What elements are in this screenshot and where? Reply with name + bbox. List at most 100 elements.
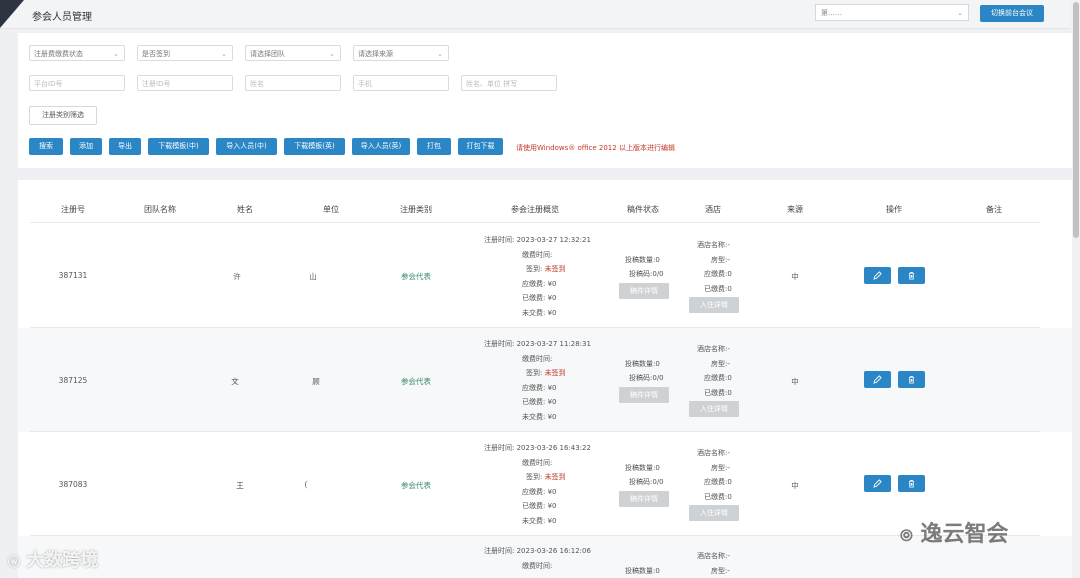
- col-header-reg-id: 注册号: [61, 205, 85, 214]
- manuscript-detail-button[interactable]: 稿件详情: [619, 387, 669, 403]
- search-button[interactable]: 搜索: [29, 138, 63, 155]
- value: 未签到: [544, 265, 566, 273]
- hotel-paid-line: 已缴费:0: [704, 388, 732, 398]
- edit-button[interactable]: [864, 475, 891, 492]
- col-header-unit: 单位: [323, 205, 339, 214]
- download-template-en-button[interactable]: 下载模板(英): [284, 138, 345, 155]
- hotel-due-line: 应缴费:0: [704, 477, 732, 487]
- room-type-line: 房型:-: [711, 255, 730, 265]
- registration-id-input[interactable]: 注册ID号: [137, 75, 233, 91]
- page-scrollbar[interactable]: [1072, 0, 1080, 578]
- name-input[interactable]: 姓名: [245, 75, 341, 91]
- label: 未交费:: [522, 517, 546, 525]
- label: 房型:: [711, 464, 728, 472]
- due-line: 应缴费: ¥0: [522, 487, 557, 497]
- unpaid-line: 未交费: ¥0: [522, 516, 557, 526]
- conference-select[interactable]: 第…… ⌄: [815, 4, 969, 21]
- manuscript-detail-button[interactable]: 稿件详情: [619, 283, 669, 299]
- phone-input[interactable]: 手机: [353, 75, 449, 91]
- name: 王: [236, 481, 244, 490]
- manuscript-detail-button[interactable]: 稿件详情: [619, 491, 669, 507]
- label: 投稿数量:: [625, 360, 656, 368]
- add-button[interactable]: 添加: [70, 138, 102, 155]
- value: ¥0: [547, 384, 557, 392]
- submit-code-line: 投稿码:0/0: [629, 477, 664, 487]
- delete-button[interactable]: [898, 267, 925, 284]
- label: 投稿码:: [629, 374, 653, 382]
- label: 投稿码:: [629, 478, 653, 486]
- pay-time-line: 缴费时间:: [522, 354, 552, 364]
- package-button[interactable]: 打包: [417, 138, 451, 155]
- value: -: [727, 464, 730, 472]
- checkin-detail-button[interactable]: 入住详情: [689, 297, 739, 313]
- delete-button[interactable]: [898, 475, 925, 492]
- value: 0: [727, 285, 732, 293]
- category-filter-button[interactable]: 注册类别筛选: [29, 106, 97, 125]
- scrollbar-thumb[interactable]: [1073, 2, 1079, 238]
- checkin-detail-button[interactable]: 入住详情: [689, 401, 739, 417]
- chevron-down-icon: ⌄: [437, 50, 443, 58]
- hotel-name-line: 酒店名称:-: [697, 551, 730, 561]
- value: -: [727, 360, 730, 368]
- download-template-cn-button[interactable]: 下载模板(中): [148, 138, 209, 155]
- value: 2023-03-26 16:12:06: [516, 547, 591, 555]
- value: ¥0: [547, 517, 557, 525]
- label: 签到:: [526, 369, 543, 377]
- value: 2023-03-27 11:28:31: [516, 340, 591, 348]
- col-header-team: 团队名称: [144, 205, 176, 214]
- hotel-due-line: 应缴费:0: [704, 269, 732, 279]
- submit-code-line: 投稿码:0/0: [629, 269, 664, 279]
- label: 应缴费:: [704, 478, 728, 486]
- reg-time-line: 注册时间: 2023-03-26 16:43:22: [484, 443, 591, 453]
- hotel-due-line: 应缴费:0: [704, 373, 732, 383]
- source-select[interactable]: 请选择来源 ⌄: [353, 45, 449, 61]
- label: 酒店名称:: [697, 345, 728, 353]
- edit-button[interactable]: [864, 371, 891, 388]
- team-select[interactable]: 请选择团队 ⌄: [245, 45, 341, 61]
- value: ¥0: [547, 309, 557, 317]
- label: 已缴费:: [704, 389, 728, 397]
- category-link[interactable]: 参会代表: [401, 376, 431, 387]
- package-download-button[interactable]: 打包下载: [458, 138, 503, 155]
- col-header-name: 姓名: [237, 205, 253, 214]
- pencil-icon: [873, 271, 882, 280]
- sign-line: 签到: 未签到: [526, 368, 566, 378]
- unpaid-line: 未交费: ¥0: [522, 308, 557, 318]
- pay-time-line: 缴费时间:: [522, 561, 552, 571]
- select-value: 注册费缴费状态: [34, 50, 83, 58]
- label: 酒店名称:: [697, 449, 728, 457]
- room-type-line: 房型:-: [711, 359, 730, 369]
- reg-time-line: 注册时间: 2023-03-27 11:28:31: [484, 339, 591, 349]
- category-link[interactable]: 参会代表: [401, 480, 431, 491]
- label: 酒店名称:: [697, 241, 728, 249]
- import-people-en-button[interactable]: 导入人员(英): [352, 138, 410, 155]
- weibo-logo-icon: ⓦ: [8, 555, 21, 569]
- sign-line: 签到: 未签到: [526, 264, 566, 274]
- source: 中: [791, 377, 799, 386]
- value: 0: [655, 567, 660, 575]
- delete-button[interactable]: [898, 371, 925, 388]
- switch-frontend-conference-button[interactable]: 切换前台会议: [980, 5, 1044, 22]
- name-unit-pinyin-input[interactable]: 姓名、单位 拼写: [461, 75, 557, 91]
- checkin-detail-button[interactable]: 入住详情: [689, 505, 739, 521]
- room-type-line: 房型:-: [711, 463, 730, 473]
- chevron-down-icon: ⌄: [221, 50, 227, 58]
- label: 签到:: [526, 265, 543, 273]
- signin-status-select[interactable]: 是否签到 ⌄: [137, 45, 233, 61]
- payment-status-select[interactable]: 注册费缴费状态 ⌄: [29, 45, 125, 61]
- trash-icon: [908, 375, 915, 384]
- export-button[interactable]: 导出: [109, 138, 141, 155]
- label: 应缴费:: [522, 384, 546, 392]
- paid-line: 已缴费: ¥0: [522, 501, 557, 511]
- watermark-right: ⦾ 逸云智会: [900, 516, 1009, 548]
- value: 0/0: [652, 478, 664, 486]
- edit-button[interactable]: [864, 267, 891, 284]
- sidebar-corner-mark: [0, 0, 24, 28]
- value: 0/0: [652, 374, 664, 382]
- submit-count-line: 投稿数量:0: [625, 463, 660, 473]
- source: 中: [791, 272, 799, 281]
- category-link[interactable]: 参会代表: [401, 271, 431, 282]
- page-title: 参会人员管理: [32, 12, 92, 23]
- import-people-cn-button[interactable]: 导入人员(中): [216, 138, 277, 155]
- platform-id-input[interactable]: 平台ID号: [29, 75, 125, 91]
